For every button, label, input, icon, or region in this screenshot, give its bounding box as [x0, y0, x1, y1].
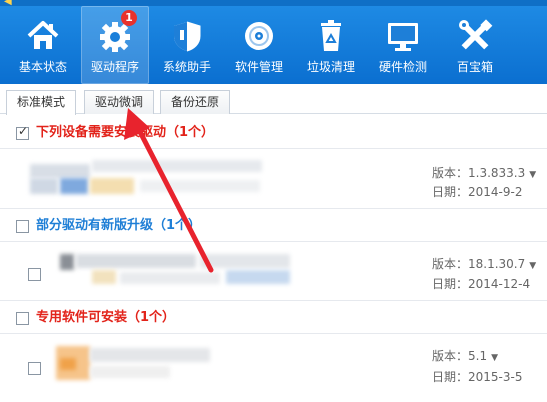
divider: [0, 208, 547, 209]
toolbar-item-software-management[interactable]: 软件管理: [225, 6, 293, 84]
divider: [0, 148, 547, 149]
tab-driver-tuning[interactable]: 驱动微调: [84, 90, 155, 114]
toolbar-item-toolbox[interactable]: 百宝箱: [441, 6, 509, 84]
row-checkbox[interactable]: [28, 268, 41, 281]
section-checkbox[interactable]: [16, 124, 29, 140]
chevron-down-icon[interactable]: ▼: [529, 170, 536, 180]
section-checkbox[interactable]: [16, 220, 29, 233]
tab-bar: 标准模式 驱动微调 备份还原: [0, 84, 547, 115]
divider: [0, 333, 547, 334]
shield-icon: [174, 21, 201, 52]
driver-version[interactable]: 版本：1.3.833.3 ▼: [432, 164, 536, 181]
section-checkbox[interactable]: [16, 312, 29, 325]
driver-count-badge: 1: [121, 10, 137, 26]
software-date: 日期：2015-3-5: [432, 370, 523, 384]
monitor-icon: [388, 23, 418, 51]
toolbar-item-label: 硬件检测: [378, 60, 427, 74]
toolbar-item-junk-cleanup[interactable]: 垃圾清理: [297, 6, 365, 84]
software-version[interactable]: 版本：5.1 ▼: [432, 347, 498, 364]
toolbar-item-hardware-check[interactable]: 硬件检测: [369, 6, 437, 84]
driver-date: 日期：2014-12-4: [432, 277, 531, 291]
divider: [0, 300, 547, 301]
chevron-down-icon[interactable]: ▼: [529, 261, 536, 271]
toolbar-item-driver[interactable]: 1 驱动程序: [81, 6, 149, 84]
disc-icon: [245, 22, 273, 50]
toolbar-item-basic-status[interactable]: 基本状态: [9, 6, 77, 84]
main-toolbar: 基本状态 1 驱动程序 系统助手 软件管理 垃圾清理 硬件检测 百宝箱: [0, 6, 547, 84]
section-title-software: 专用软件可安装（1个）: [36, 310, 176, 325]
toolbar-item-label: 垃圾清理: [306, 60, 355, 74]
toolbar-item-label: 基本状态: [18, 60, 67, 74]
recycle-bin-icon: [321, 20, 341, 51]
tab-standard-mode[interactable]: 标准模式: [6, 90, 77, 115]
tab-backup-restore[interactable]: 备份还原: [160, 90, 231, 114]
section-title-upgrade: 部分驱动有新版升级（1个）: [36, 218, 202, 233]
tools-icon: [459, 19, 493, 50]
toolbar-item-label: 软件管理: [234, 60, 283, 74]
toolbar-item-system-assistant[interactable]: 系统助手: [153, 6, 221, 84]
divider: [0, 241, 547, 242]
toolbar-item-label: 百宝箱: [456, 60, 493, 74]
row-checkbox[interactable]: [28, 362, 41, 375]
toolbar-item-label: 驱动程序: [90, 60, 139, 74]
chevron-down-icon[interactable]: ▼: [491, 353, 498, 363]
section-title-install: 下列设备需要安装驱动（1个）: [36, 125, 215, 140]
driver-version[interactable]: 版本：18.1.30.7 ▼: [432, 255, 536, 272]
toolbar-item-label: 系统助手: [162, 60, 211, 74]
house-icon: [27, 21, 59, 49]
driver-date: 日期：2014-9-2: [432, 185, 523, 199]
